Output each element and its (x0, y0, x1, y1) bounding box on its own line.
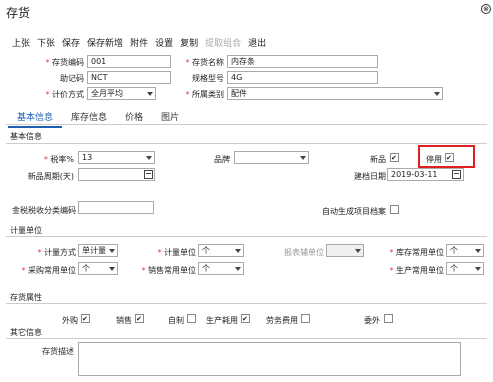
stock-unit-select[interactable]: 个 (446, 244, 484, 257)
divider (6, 236, 487, 237)
tab-inventory[interactable]: 库存信息 (62, 110, 116, 128)
chevron-down-icon (355, 249, 361, 253)
chevron-down-icon (475, 249, 481, 253)
attr-label-purchase: 外购 (62, 316, 78, 325)
category-label: * 所属类别 (185, 90, 224, 99)
attr-label-sales: 销售 (116, 316, 132, 325)
divider (6, 338, 487, 339)
new-cycle-label: 新品周期(天) (27, 172, 74, 181)
attr-label-service: 劳务费用 (266, 316, 298, 325)
valuation-select[interactable]: 全月平均 (87, 87, 156, 100)
tab-divider (6, 124, 487, 125)
production-unit-select[interactable]: 个 (446, 262, 484, 275)
new-product-checkbox[interactable] (390, 153, 399, 162)
tax-code-label: 金税税收分类编码 (12, 206, 76, 215)
chevron-down-icon (109, 249, 115, 253)
attr-checkbox-outsource[interactable] (384, 314, 393, 323)
divider (6, 143, 487, 144)
close-icon[interactable]: ⊗ (481, 4, 491, 14)
auto-archive-label: 自动生成项目档案 (322, 207, 386, 216)
production-unit-label: * 生产常用单位 (389, 266, 444, 275)
valuation-label: * 计价方式 (45, 90, 84, 99)
report-unit-select[interactable] (326, 244, 364, 257)
attr-checkbox-sales[interactable] (135, 314, 144, 323)
section-basic-title: 基本信息 (10, 132, 42, 141)
spec-input[interactable]: 4G (227, 71, 378, 84)
description-label: 存货描述 (42, 347, 74, 356)
attr-label-outsource: 委外 (364, 316, 380, 325)
highlight-box (418, 145, 475, 168)
save-new-button[interactable]: 保存新增 (87, 36, 123, 49)
sales-unit-label: * 销售常用单位 (141, 266, 196, 275)
chevron-down-icon (146, 156, 152, 160)
sales-unit-select[interactable]: 个 (198, 262, 244, 275)
attach-button[interactable]: 附件 (130, 36, 148, 49)
divider (6, 303, 487, 304)
spec-label: 规格型号 (192, 74, 224, 83)
tax-rate-label: * 税率% (43, 155, 74, 164)
toolbar: 上张 下张 保存 保存新增 附件 设置 复制 提取组合 退出 (12, 36, 266, 49)
name-label: * 存货名称 (185, 58, 224, 67)
calendar-icon[interactable] (144, 170, 153, 179)
chevron-down-icon (300, 156, 306, 160)
chevron-down-icon (109, 267, 115, 271)
prev-button[interactable]: 上张 (12, 36, 30, 49)
purchase-unit-label: * 采购常用单位 (21, 266, 76, 275)
settings-button[interactable]: 设置 (155, 36, 173, 49)
brand-select[interactable] (234, 151, 309, 164)
mnemonic-label: 助记码 (60, 74, 84, 83)
created-date-label: 建档日期 (354, 172, 386, 181)
purchase-unit-select[interactable]: 个 (78, 262, 118, 275)
unit-select[interactable]: 个 (198, 244, 244, 257)
chevron-down-icon (434, 92, 440, 96)
tab-images[interactable]: 图片 (152, 110, 188, 128)
extract-combo-button[interactable]: 提取组合 (205, 36, 241, 49)
attr-label-self-made: 自制 (168, 316, 184, 325)
brand-label: 品牌 (214, 155, 230, 164)
report-unit-label: 报表辅单位 (284, 248, 324, 257)
section-attributes-title: 存货属性 (10, 293, 42, 302)
tab-bar: 基本信息 库存信息 价格 图片 (8, 110, 188, 128)
section-other-title: 其它信息 (10, 328, 42, 337)
description-textarea[interactable] (78, 342, 461, 376)
next-button[interactable]: 下张 (37, 36, 55, 49)
tab-price[interactable]: 价格 (116, 110, 152, 128)
save-button[interactable]: 保存 (62, 36, 80, 49)
attr-checkbox-purchase[interactable] (81, 314, 90, 323)
unit-mode-select[interactable]: 单计量 (78, 244, 118, 257)
chevron-down-icon (235, 267, 241, 271)
window-title: 存货 (6, 6, 31, 20)
calendar-icon[interactable] (452, 170, 461, 179)
chevron-down-icon (147, 92, 153, 96)
chevron-down-icon (235, 249, 241, 253)
stock-unit-label: * 库存常用单位 (389, 248, 444, 257)
exit-button[interactable]: 退出 (248, 36, 266, 49)
tab-basic[interactable]: 基本信息 (8, 110, 63, 128)
chevron-down-icon (475, 267, 481, 271)
attr-checkbox-service[interactable] (301, 314, 310, 323)
section-units-title: 计量单位 (10, 226, 42, 235)
unit-label: * 计量单位 (157, 248, 196, 257)
tax-rate-select[interactable]: 13 (78, 151, 155, 164)
attr-checkbox-production[interactable] (241, 314, 250, 323)
name-input[interactable]: 内存条 (227, 55, 378, 68)
category-select[interactable]: 配件 (227, 87, 443, 100)
code-label: * 存货编码 (45, 58, 84, 67)
copy-button[interactable]: 复制 (180, 36, 198, 49)
attr-checkbox-self-made[interactable] (187, 314, 196, 323)
new-product-label: 新品 (370, 155, 386, 164)
unit-mode-label: * 计量方式 (37, 248, 76, 257)
attr-label-production: 生产耗用 (206, 316, 238, 325)
tax-code-input[interactable] (78, 201, 154, 214)
auto-archive-checkbox[interactable] (390, 205, 399, 214)
